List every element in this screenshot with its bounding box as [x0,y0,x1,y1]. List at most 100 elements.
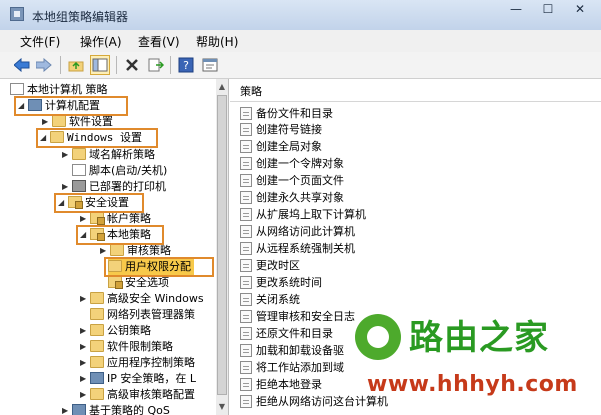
locked-folder-icon [108,276,123,289]
app-icon [10,7,24,21]
script-doc-icon [72,164,86,176]
policy-row[interactable]: 创建永久共享对象 [240,190,344,206]
policy-row[interactable]: 创建全局对象 [240,139,322,155]
window-buttons: — ☐ ✕ [501,0,595,20]
policy-row[interactable]: 将工作站添加到域 [240,360,344,376]
ip-security-icon [90,372,104,384]
menu-bar: 文件(F) 操作(A) 查看(V) 帮助(H) [0,30,601,52]
menu-file[interactable]: 文件(F) [20,33,60,50]
policy-icon [240,395,252,408]
folder-icon [90,308,104,320]
forward-arrow-icon[interactable] [34,55,54,75]
properties-icon[interactable] [200,55,220,75]
svg-text:?: ? [183,59,189,72]
tree-item-scripts[interactable]: 脚本(启动/关机) [72,163,167,179]
folder-icon [90,292,104,304]
delete-icon[interactable] [122,55,142,75]
back-arrow-icon[interactable] [12,55,32,75]
policy-icon [240,123,252,136]
folder-icon [90,356,104,368]
policy-row[interactable]: 从网络访问此计算机 [240,224,355,240]
highlight-local-policies-box [76,225,164,245]
menu-help[interactable]: 帮助(H) [196,33,238,50]
collapsed-arrow-icon[interactable]: ▶ [80,291,90,307]
policy-row[interactable]: 创建一个页面文件 [240,173,344,189]
folder-icon [52,115,66,127]
tree-scrollbar[interactable]: ▲ ▼ [216,79,229,415]
policy-row[interactable]: 更改系统时间 [240,275,322,291]
tree-item-policy-based-qos[interactable]: ▶ 基于策略的 QoS [62,403,170,415]
policy-row[interactable]: 关闭系统 [240,292,300,308]
highlight-computer-config-box [14,96,128,116]
export-list-icon[interactable] [146,55,166,75]
watermark-brand: 路由之家 [409,318,549,358]
policy-column-header[interactable]: 策略 [230,79,601,102]
policy-row[interactable]: 创建一个令牌对象 [240,156,344,172]
scroll-down-icon[interactable]: ▼ [216,401,228,413]
policy-icon [240,327,252,340]
maximize-icon[interactable]: ☐ [533,0,563,20]
watermark-url: www.hhhyh.com [367,372,578,397]
policy-icon [240,361,252,374]
window-title: 本地组策略编辑器 [32,10,129,24]
tree-item-software-restriction[interactable]: ▶ 软件限制策略 [80,339,173,355]
toolbar: ? [0,52,601,79]
tree-item-security-options[interactable]: 安全选项 [108,275,169,291]
folder-icon [90,388,104,400]
scroll-thumb[interactable] [217,95,227,395]
policy-row[interactable]: 从扩展坞上取下计算机 [240,207,366,223]
highlight-user-rights-box [104,257,214,277]
policy-icon [240,140,252,153]
tree-item-ip-security[interactable]: ▶ IP 安全策略，在 L [80,371,196,387]
collapsed-arrow-icon[interactable]: ▶ [80,355,90,371]
tree-item-advanced-audit[interactable]: ▶ 高级审核策略配置 [80,387,195,403]
policy-row[interactable]: 拒绝本地登录 [240,377,322,393]
policy-icon [240,208,252,221]
collapsed-arrow-icon[interactable]: ▶ [62,147,72,163]
locked-folder-icon [90,212,105,225]
policy-row[interactable]: 管理审核和安全日志 [240,309,355,325]
collapsed-arrow-icon[interactable]: ▶ [80,371,90,387]
collapsed-arrow-icon[interactable]: ▶ [80,323,90,339]
policy-icon [240,107,252,120]
scroll-up-icon[interactable]: ▲ [216,81,228,93]
brand-logo-icon [355,314,401,360]
policy-row[interactable]: 还原文件和目录 [240,326,333,342]
tree-item-name-resolution-policy[interactable]: ▶ 域名解析策略 [62,147,155,163]
policy-row[interactable]: 从远程系统强制关机 [240,241,355,257]
policy-icon [240,157,252,170]
policy-icon [240,259,252,272]
policy-icon [240,225,252,238]
highlight-security-settings-box [54,193,144,213]
tree-item-network-list-manager[interactable]: 网络列表管理器策 [90,307,195,323]
menu-action[interactable]: 操作(A) [80,33,122,50]
policy-icon [240,276,252,289]
collapsed-arrow-icon[interactable]: ▶ [80,339,90,355]
qos-chart-icon [72,404,86,415]
printer-icon [72,180,86,192]
title-bar[interactable]: 本地组策略编辑器 — ☐ ✕ [0,0,601,31]
folder-icon [90,324,104,336]
policy-row[interactable]: 更改时区 [240,258,300,274]
tree-item-public-key-policies[interactable]: ▶ 公钥策略 [80,323,151,339]
close-icon[interactable]: ✕ [565,0,595,20]
policy-row[interactable]: 创建符号链接 [240,122,322,138]
policy-row[interactable]: 加载和卸载设备驱 [240,343,344,359]
tree-item-advanced-firewall[interactable]: ▶ 高级安全 Windows [80,291,204,307]
folder-icon [110,244,124,256]
policy-icon [240,293,252,306]
collapsed-arrow-icon[interactable]: ▶ [80,387,90,403]
tree-item-app-control[interactable]: ▶ 应用程序控制策略 [80,355,195,371]
collapsed-arrow-icon[interactable]: ▶ [62,403,72,415]
policy-doc-icon [10,83,24,95]
policy-icon [240,378,252,391]
watermark: 路由之家 www.hhhyh.com [345,298,601,415]
minimize-icon[interactable]: — [501,0,531,20]
policy-icon [240,242,252,255]
policy-icon [240,174,252,187]
show-hide-tree-icon[interactable] [90,55,110,75]
up-folder-icon[interactable] [66,55,86,75]
help-icon[interactable]: ? [176,55,196,75]
policy-row[interactable]: 备份文件和目录 [240,106,333,122]
menu-view[interactable]: 查看(V) [138,33,180,50]
